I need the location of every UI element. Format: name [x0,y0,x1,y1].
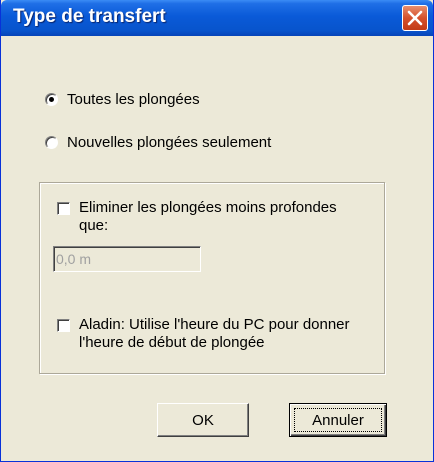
aladin-pc-time-label: Aladin: Utilise l'heure du PC pour donne… [79,316,350,351]
cancel-button-label: Annuler [312,411,364,429]
close-icon [407,10,423,26]
radio-new-dives-only[interactable]: Nouvelles plongées seulement [45,132,271,152]
radio-new-dives-only-control[interactable] [45,135,58,149]
depth-threshold-input[interactable] [53,246,201,272]
cancel-button-focus-ring: Annuler [294,408,382,432]
window-title: Type de transfert [13,6,166,27]
radio-all-dives-label: Toutes les plongées [67,90,200,108]
eliminate-shallow-checkbox[interactable] [57,202,70,215]
radio-all-dives[interactable]: Toutes les plongées [45,89,200,109]
aladin-pc-time-checkbox-row[interactable]: Aladin: Utilise l'heure du PC pour donne… [57,316,367,352]
title-bar[interactable]: Type de transfert [1,0,433,36]
eliminate-shallow-checkbox-row[interactable]: Eliminer les plongées moins profondes qu… [57,199,357,235]
eliminate-shallow-label: Eliminer les plongées moins profondes qu… [79,199,337,234]
dialog-window: Type de transfert Toutes les plongées No… [0,0,434,462]
radio-new-dives-only-label: Nouvelles plongées seulement [67,133,272,151]
close-button[interactable] [402,5,428,31]
ok-button-label: OK [192,411,214,429]
ok-button[interactable]: OK [157,403,249,437]
cancel-button[interactable]: Annuler [289,403,387,437]
aladin-pc-time-checkbox[interactable] [57,319,70,332]
radio-all-dives-control[interactable] [45,92,58,106]
